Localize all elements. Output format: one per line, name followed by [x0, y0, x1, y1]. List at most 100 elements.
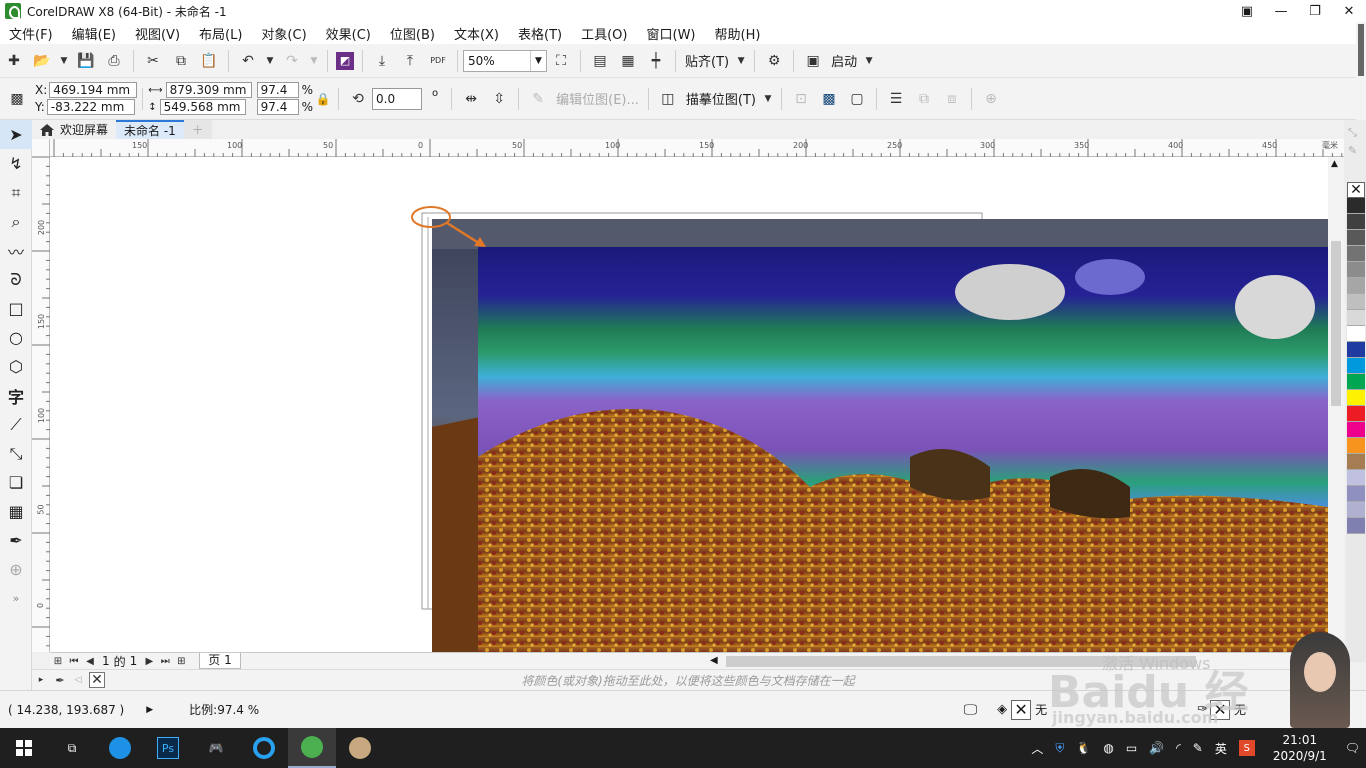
- zoom-tool-icon[interactable]: ⌕: [0, 207, 32, 236]
- snap-to-button[interactable]: 贴齐(T): [685, 51, 729, 70]
- menu-text[interactable]: 文本(X): [454, 24, 499, 43]
- tools-hint-icon[interactable]: ⤡: [1348, 126, 1357, 140]
- trace-dropdown-icon[interactable]: ▼: [763, 88, 773, 110]
- coreldraw-taskbar-icon[interactable]: [288, 728, 336, 768]
- ime-language[interactable]: 英: [1215, 740, 1227, 757]
- color-swatch[interactable]: [1347, 518, 1365, 534]
- export-icon[interactable]: ⤒: [399, 50, 421, 72]
- no-color-swatch-icon[interactable]: ✕: [1347, 182, 1365, 198]
- undo-dropdown-icon[interactable]: ▼: [265, 50, 275, 72]
- color-swatch[interactable]: [1347, 278, 1365, 294]
- application-launcher-icon[interactable]: ▣: [802, 50, 824, 72]
- new-document-icon[interactable]: ✚: [3, 50, 25, 72]
- x-position-input[interactable]: 469.194 mm: [49, 82, 138, 98]
- sogou-ime-icon[interactable]: S: [1238, 740, 1255, 756]
- color-swatch[interactable]: [1347, 358, 1365, 374]
- status-expand-icon[interactable]: ▶: [146, 705, 153, 715]
- crop-tool-icon[interactable]: ⌗: [0, 178, 32, 207]
- menu-window[interactable]: 窗口(W): [647, 24, 696, 43]
- height-input[interactable]: 549.568 mm: [159, 99, 246, 115]
- open-dropdown-icon[interactable]: ▼: [59, 50, 69, 72]
- scrollbar-thumb[interactable]: [1358, 24, 1364, 76]
- vertical-ruler[interactable]: 200 150 100 50 0: [32, 157, 50, 652]
- horizontal-ruler[interactable]: 150 100 50 0 50 100 150 200 250 300 350 …: [50, 139, 1344, 157]
- menu-effects[interactable]: 效果(C): [326, 24, 371, 43]
- trace-bitmap-button[interactable]: 描摹位图(T): [686, 89, 756, 108]
- drop-shadow-icon[interactable]: ❏: [0, 468, 32, 497]
- scale-x-input[interactable]: 97.4: [256, 82, 299, 98]
- menu-edit[interactable]: 编辑(E): [72, 24, 116, 43]
- color-swatch[interactable]: [1347, 294, 1365, 310]
- menu-file[interactable]: 文件(F): [9, 24, 53, 43]
- minimize-button[interactable]: —: [1264, 0, 1298, 22]
- color-swatch[interactable]: [1347, 438, 1365, 454]
- color-proof-icon[interactable]: 🖵: [964, 702, 978, 718]
- ungroup-icon[interactable]: ⧈: [941, 88, 963, 110]
- object-origin-icon[interactable]: ▩: [6, 88, 28, 110]
- scrollbar-thumb[interactable]: [1331, 241, 1341, 406]
- color-swatch[interactable]: [1347, 198, 1365, 214]
- user-photo-icon[interactable]: [336, 728, 384, 768]
- show-guidelines-icon[interactable]: ┿: [645, 50, 667, 72]
- wifi-icon[interactable]: ◜: [1176, 741, 1181, 755]
- cut-icon[interactable]: ✂: [142, 50, 164, 72]
- tab-welcome-screen[interactable]: 欢迎屏幕: [32, 120, 116, 139]
- resample-icon[interactable]: ▩: [818, 88, 840, 110]
- search-content-icon[interactable]: ◩: [336, 51, 354, 70]
- notification-icon[interactable]: 🗨: [1345, 741, 1360, 755]
- qq-icon[interactable]: 🐧: [1076, 741, 1091, 755]
- group-icon[interactable]: ⧉: [913, 88, 935, 110]
- show-rulers-icon[interactable]: ▤: [589, 50, 611, 72]
- color-swatch[interactable]: [1347, 262, 1365, 278]
- color-swatch[interactable]: [1347, 342, 1365, 358]
- color-swatch[interactable]: [1347, 230, 1365, 246]
- bitmap-bounding-icon[interactable]: ▢: [846, 88, 868, 110]
- fill-icon[interactable]: ◈: [997, 702, 1007, 717]
- rotate-icon[interactable]: ⟲: [347, 88, 369, 110]
- snap-dropdown-icon[interactable]: ▼: [736, 50, 746, 72]
- menu-bitmaps[interactable]: 位图(B): [390, 24, 435, 43]
- expand-toolbox-icon[interactable]: »: [0, 584, 32, 613]
- tab-untitled-1[interactable]: 未命名 -1: [116, 120, 184, 139]
- scale-y-input[interactable]: 97.4: [256, 99, 299, 115]
- chevron-up-icon[interactable]: ︿: [1031, 740, 1043, 757]
- parallel-dimension-icon[interactable]: ⟋: [0, 410, 32, 439]
- edit-bitmap-button[interactable]: 编辑位图(E)...: [556, 89, 639, 108]
- freehand-tool-icon[interactable]: 〰: [0, 236, 32, 265]
- ellipse-tool-icon[interactable]: ○: [0, 323, 32, 352]
- clock[interactable]: 21:01 2020/9/1: [1273, 732, 1327, 764]
- battery-icon[interactable]: ▭: [1126, 741, 1137, 755]
- launch-dropdown-icon[interactable]: ▼: [864, 50, 874, 72]
- launch-button[interactable]: 启动: [831, 51, 857, 70]
- window-scrollbar[interactable]: [1356, 22, 1366, 120]
- help-window-icon[interactable]: ▣: [1230, 0, 1264, 22]
- quick-customize-icon[interactable]: ⊕: [0, 555, 32, 584]
- open-folder-icon[interactable]: 📂: [31, 50, 53, 72]
- color-swatch[interactable]: [1347, 454, 1365, 470]
- artistic-media-icon[interactable]: ᘐ: [0, 265, 32, 294]
- crop-bitmap-icon[interactable]: ⊡: [790, 88, 812, 110]
- show-grid-icon[interactable]: ▦: [617, 50, 639, 72]
- menu-help[interactable]: 帮助(H): [715, 24, 761, 43]
- menu-table[interactable]: 表格(T): [518, 24, 562, 43]
- vertical-scrollbar[interactable]: ▲: [1328, 157, 1344, 652]
- color-swatch[interactable]: [1347, 214, 1365, 230]
- volume-icon[interactable]: 🔊: [1149, 741, 1164, 755]
- browser-ie-icon[interactable]: [96, 728, 144, 768]
- color-swatch[interactable]: [1347, 310, 1365, 326]
- edit-bitmap-icon[interactable]: ✎: [527, 88, 549, 110]
- paste-icon[interactable]: 📋: [198, 50, 220, 72]
- game-controller-icon[interactable]: 🎮: [192, 728, 240, 768]
- shape-tool-icon[interactable]: ↯: [0, 149, 32, 178]
- rotation-angle-input[interactable]: 0.0: [372, 87, 423, 110]
- menu-layout[interactable]: 布局(L): [199, 24, 242, 43]
- polygon-tool-icon[interactable]: ⬡: [0, 352, 32, 381]
- mirror-horizontal-icon[interactable]: ⇹: [460, 88, 482, 110]
- mirror-vertical-icon[interactable]: ⇳: [488, 88, 510, 110]
- transparency-tool-icon[interactable]: ▦: [0, 497, 32, 526]
- color-swatch[interactable]: [1347, 406, 1365, 422]
- color-swatch[interactable]: [1347, 502, 1365, 518]
- color-swatch[interactable]: [1347, 390, 1365, 406]
- menu-object[interactable]: 对象(C): [261, 24, 306, 43]
- copy-icon[interactable]: ⧉: [170, 50, 192, 72]
